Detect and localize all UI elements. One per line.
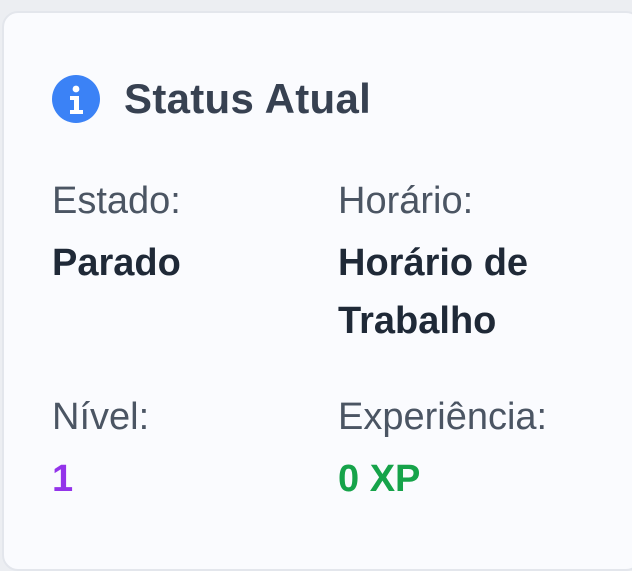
- nivel-label: Nível:: [52, 396, 150, 438]
- experiencia-value: 0 XP: [338, 458, 421, 500]
- experiencia-label: Experiência:: [338, 396, 548, 438]
- nivel-value: 1: [52, 458, 74, 500]
- horario-label: Horário:: [338, 180, 474, 222]
- estado-label: Estado:: [52, 180, 181, 222]
- card-header: Status Atual: [52, 75, 371, 123]
- info-icon: [52, 75, 100, 123]
- horario-value: Horário de Trabalho: [338, 242, 529, 342]
- estado-value: Parado: [52, 242, 181, 284]
- card-title: Status Atual: [124, 75, 372, 122]
